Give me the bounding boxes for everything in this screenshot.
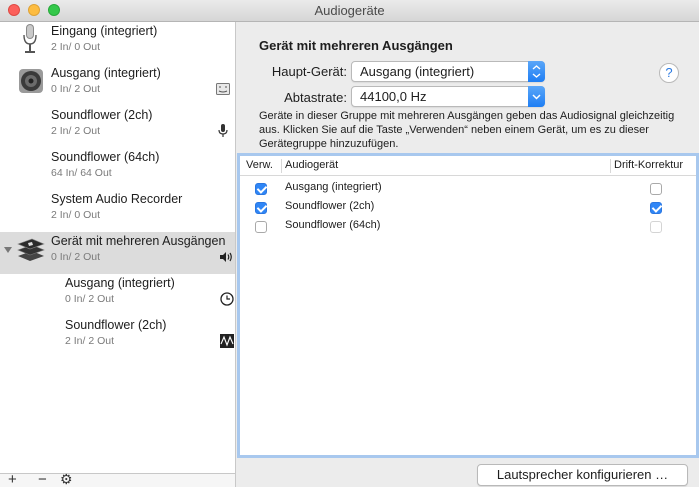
- sub-device-output-builtin[interactable]: Ausgang (integriert) 0 In/ 2 Out: [0, 274, 235, 316]
- gear-icon[interactable]: ⚙: [60, 471, 73, 487]
- main-device-label: Haupt-Gerät:: [271, 64, 347, 79]
- speaker-icon: [19, 69, 43, 93]
- device-name: Soundflower (2ch): [65, 318, 167, 332]
- device-name: Soundflower (64ch): [51, 150, 160, 164]
- device-name: Soundflower (2ch): [51, 108, 153, 122]
- table-header: Verw. Audiogerät Drift-Korrektur: [240, 156, 696, 176]
- chevron-down-icon: [528, 86, 545, 107]
- sidebar-toolbar: + − ⚙: [0, 471, 235, 487]
- drift-checkbox[interactable]: [650, 202, 662, 214]
- device-name: Ausgang (integriert): [65, 276, 175, 290]
- finder-icon: [216, 83, 230, 95]
- table-row: Ausgang (integriert): [240, 179, 696, 198]
- sample-rate-label: Abtastrate:: [284, 90, 347, 105]
- table-device-name: Ausgang (integriert): [285, 181, 382, 193]
- speaker-volume-icon: [220, 252, 232, 262]
- device-io: 2 In/ 2 Out: [65, 335, 115, 347]
- column-header-drift[interactable]: Drift-Korrektur: [614, 159, 683, 171]
- table-row: Soundflower (64ch): [240, 217, 696, 236]
- use-checkbox[interactable]: [255, 202, 267, 214]
- column-header-use[interactable]: Verw.: [246, 159, 273, 171]
- detail-panel: Gerät mit mehreren Ausgängen Haupt-Gerät…: [237, 22, 699, 487]
- device-name: Ausgang (integriert): [51, 66, 161, 80]
- configure-speakers-button[interactable]: Lautsprecher konfigurieren …: [477, 464, 688, 486]
- device-io: 2 In/ 0 Out: [51, 41, 101, 53]
- remove-device-button[interactable]: −: [38, 471, 47, 487]
- group-description: Geräte in dieser Gruppe mit mehreren Aus…: [259, 110, 675, 150]
- device-table: Verw. Audiogerät Drift-Korrektur Ausgang…: [237, 153, 699, 458]
- multi-output-device-icon: [17, 238, 45, 261]
- table-row: Soundflower (2ch): [240, 198, 696, 217]
- device-sidebar: Eingang (integriert) 2 In/ 0 Out Ausgang…: [0, 22, 236, 487]
- popup-stepper-icon: [528, 61, 545, 82]
- device-item-soundflower-2ch[interactable]: Soundflower (2ch) 2 In/ 2 Out: [0, 106, 235, 148]
- drift-checkbox[interactable]: [650, 183, 662, 195]
- device-name: Gerät mit mehreren Ausgängen: [51, 234, 226, 248]
- column-header-device[interactable]: Audiogerät: [285, 159, 338, 171]
- device-item-system-audio-recorder[interactable]: System Audio Recorder 2 In/ 0 Out: [0, 190, 235, 232]
- disclosure-triangle-icon[interactable]: [4, 246, 12, 254]
- device-item-multi-output[interactable]: Gerät mit mehreren Ausgängen 0 In/ 2 Out: [0, 232, 235, 274]
- table-device-name: Soundflower (2ch): [285, 200, 375, 212]
- device-item-output-builtin[interactable]: Ausgang (integriert) 0 In/ 2 Out: [0, 64, 235, 106]
- device-io: 0 In/ 2 Out: [65, 293, 115, 305]
- sub-device-soundflower-2ch[interactable]: Soundflower (2ch) 2 In/ 2 Out: [0, 316, 235, 358]
- device-io: 2 In/ 2 Out: [51, 125, 101, 137]
- device-io: 0 In/ 2 Out: [51, 251, 101, 263]
- table-device-name: Soundflower (64ch): [285, 219, 381, 231]
- drift-checkbox: [650, 221, 662, 233]
- clock-icon: [220, 292, 234, 306]
- window-title: Audiogeräte: [314, 3, 385, 18]
- waveform-icon: [220, 334, 234, 348]
- use-checkbox[interactable]: [255, 183, 267, 195]
- sample-rate-value: 44100,0 Hz: [360, 89, 427, 104]
- add-device-button[interactable]: +: [8, 471, 17, 487]
- microphone-icon: [23, 24, 37, 53]
- device-io: 64 In/ 64 Out: [51, 167, 112, 179]
- use-checkbox[interactable]: [255, 221, 267, 233]
- device-io: 0 In/ 2 Out: [51, 83, 101, 95]
- microphone-small-icon: [218, 124, 228, 137]
- title-bar: Audiogeräte: [0, 0, 699, 22]
- main-device-popup[interactable]: Ausgang (integriert): [351, 61, 545, 82]
- help-button[interactable]: ?: [659, 63, 679, 83]
- main-device-value: Ausgang (integriert): [360, 64, 475, 79]
- device-item-soundflower-64ch[interactable]: Soundflower (64ch) 64 In/ 64 Out: [0, 148, 235, 190]
- group-title: Gerät mit mehreren Ausgängen: [259, 38, 453, 53]
- device-item-input-builtin[interactable]: Eingang (integriert) 2 In/ 0 Out: [0, 22, 235, 64]
- device-name: Eingang (integriert): [51, 24, 158, 38]
- sample-rate-popup[interactable]: 44100,0 Hz: [351, 86, 545, 107]
- audio-midi-window: Audiogeräte Eingang (integriert) 2 In/ 0…: [0, 0, 699, 487]
- device-name: System Audio Recorder: [51, 192, 183, 206]
- device-io: 2 In/ 0 Out: [51, 209, 101, 221]
